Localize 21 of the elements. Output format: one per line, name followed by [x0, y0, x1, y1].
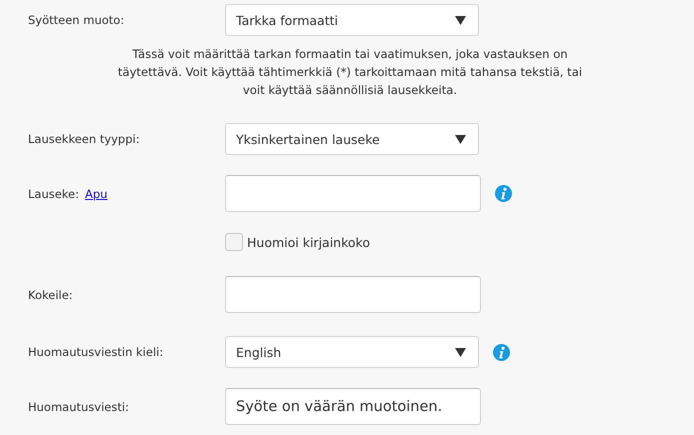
input-field[interactable]: Syöte on väärän muotoinen.	[225, 388, 481, 425]
caret-icon	[455, 134, 466, 144]
checkbox-label: Huomioi kirjainkoko	[247, 234, 370, 250]
field-label: Huomautusviestin kieli:	[28, 345, 164, 359]
field-label: Syötteen muoto:	[28, 13, 124, 27]
dropdown[interactable]: English	[225, 336, 479, 368]
field-label: Lauseke:	[28, 186, 80, 200]
field-label: Kokeile:	[28, 288, 73, 302]
input-field[interactable]	[225, 276, 481, 313]
input-field[interactable]	[225, 175, 481, 212]
info-icon[interactable]	[495, 185, 512, 202]
dropdown[interactable]: Yksinkertainen lauseke	[225, 123, 479, 155]
help-text: Tässä voit määrittää tarkan formaatin tai vaatimuksen, joka vastauksen on täytettävä. Voit käyttää tähtimerkkiä (*) tarkoittamaan mitä tahansa tekstiä, tai voit käyttää säännöllisiä lausekkeita.	[116, 46, 584, 99]
checkbox[interactable]	[225, 233, 243, 251]
dropdown[interactable]: Tarkka formaatti	[225, 4, 479, 36]
field-label: Lausekkeen tyyppi:	[28, 132, 140, 146]
info-icon[interactable]	[493, 344, 510, 360]
caret-icon	[455, 16, 466, 24]
caret-icon	[455, 348, 466, 356]
help-link[interactable]: Apu	[85, 186, 108, 200]
field-label: Huomautusviesti:	[28, 400, 129, 414]
